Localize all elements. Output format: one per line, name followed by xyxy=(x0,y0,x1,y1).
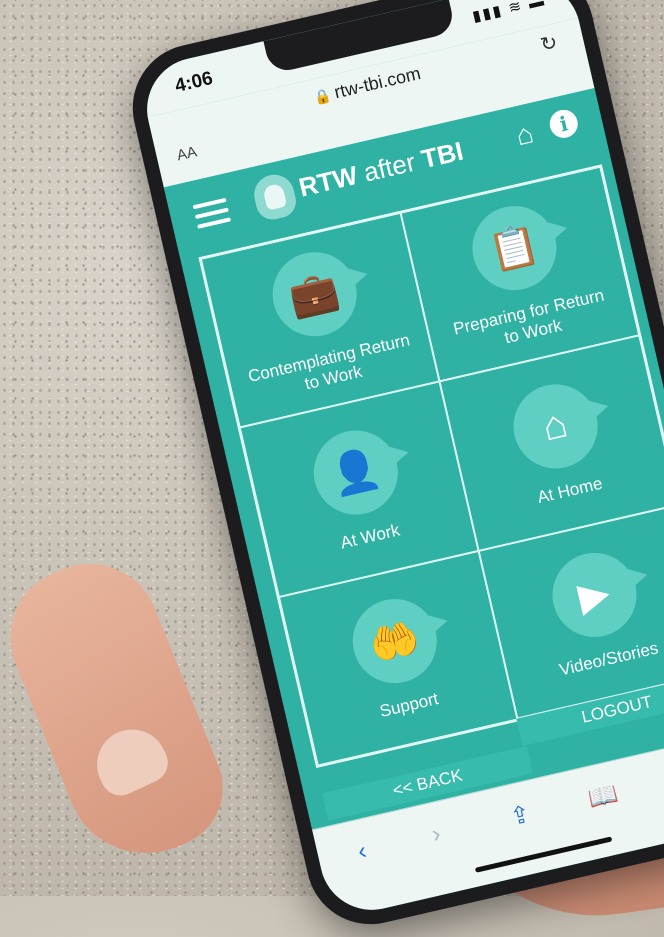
home-icon[interactable]: ⌂ xyxy=(513,117,537,152)
briefcase-icon: 💼 xyxy=(263,243,365,345)
back-arrow-icon[interactable]: ‹ xyxy=(355,837,369,866)
bookmarks-icon[interactable]: 📖 xyxy=(585,779,621,814)
lock-icon: 🔒 xyxy=(312,86,333,107)
brain-logo-icon xyxy=(250,170,300,223)
helping-hand-icon: 🤲 xyxy=(343,591,445,692)
house-icon: ⌂ xyxy=(504,376,606,477)
home-indicator xyxy=(474,836,613,873)
hamburger-menu-icon[interactable] xyxy=(192,197,233,235)
text-size-button[interactable]: AA xyxy=(175,143,198,164)
tile-label: At Home xyxy=(535,473,605,508)
status-icons: ▮▮▮ ≋ ▬ xyxy=(470,0,548,26)
play-icon: ▶ xyxy=(543,545,645,646)
tile-label: At Work xyxy=(338,520,402,553)
tile-label: Video/Stories xyxy=(557,638,661,680)
clipboard-icon: 📋 xyxy=(463,197,565,299)
tile-label: Support xyxy=(377,689,441,722)
forward-arrow-icon[interactable]: › xyxy=(429,820,443,849)
clock: 4:06 xyxy=(173,67,215,97)
menu-grid: 💼 Contemplating Return to Work 📋 Prepari… xyxy=(198,164,664,768)
share-icon[interactable]: ⇪ xyxy=(507,799,534,832)
info-icon[interactable]: i xyxy=(546,107,581,141)
worker-icon: 👤 xyxy=(304,422,406,523)
